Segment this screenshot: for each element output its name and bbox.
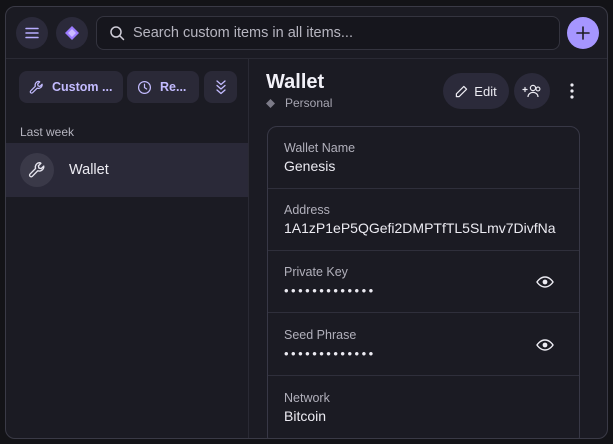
field-network: Network Bitcoin xyxy=(268,377,579,438)
pencil-icon xyxy=(456,85,468,97)
filter-type-label: Custom ... xyxy=(52,80,113,94)
app-window: Custom ... Re... Last week Wallet Wallet xyxy=(5,6,608,439)
field-label: Seed Phrase xyxy=(284,328,357,342)
field-label: Network xyxy=(284,391,330,405)
diamond-icon xyxy=(65,26,79,40)
field-label: Address xyxy=(284,203,330,217)
edit-label: Edit xyxy=(474,83,497,99)
share-users-icon xyxy=(522,84,541,98)
plus-icon xyxy=(576,26,590,40)
vault-button[interactable] xyxy=(56,17,88,49)
vault-name: Personal xyxy=(285,96,333,110)
list-item-wallet[interactable]: Wallet xyxy=(6,143,248,197)
item-title: Wallet xyxy=(266,71,325,93)
field-value-masked[interactable]: ••••••••••••• xyxy=(284,283,376,298)
item-list-panel: Custom ... Re... Last week Wallet xyxy=(6,59,249,438)
menu-button[interactable] xyxy=(16,17,48,49)
vault-diamond-icon xyxy=(266,98,275,108)
field-wallet-name: Wallet Name Genesis xyxy=(268,127,579,189)
vault-badge: Personal xyxy=(266,96,332,110)
filter-type-button[interactable]: Custom ... xyxy=(19,71,123,103)
clock-icon xyxy=(137,80,152,94)
expand-filters-button[interactable] xyxy=(204,71,237,103)
item-avatar xyxy=(20,153,54,187)
more-options-button[interactable] xyxy=(559,77,585,105)
share-button[interactable] xyxy=(514,73,550,109)
list-item-title: Wallet xyxy=(69,162,109,178)
field-label: Private Key xyxy=(284,265,348,279)
hamburger-icon xyxy=(25,27,39,39)
chevrons-down-icon xyxy=(215,80,226,95)
item-fields-card: Wallet Name Genesis Address 1A1zP1eP5QGe… xyxy=(267,126,580,438)
search-icon xyxy=(110,26,125,41)
top-bar xyxy=(6,7,607,59)
search-bar[interactable] xyxy=(96,16,560,50)
edit-button[interactable]: Edit xyxy=(443,73,509,109)
field-value[interactable]: Genesis xyxy=(284,158,335,174)
field-value[interactable]: Bitcoin xyxy=(284,408,326,424)
more-vertical-icon xyxy=(570,83,574,99)
field-address: Address 1A1zP1eP5QGefi2DMPTfTL5SLmv7Divf… xyxy=(268,189,579,251)
field-seed-phrase: Seed Phrase ••••••••••••• xyxy=(268,314,579,376)
add-item-button[interactable] xyxy=(567,17,599,49)
wrench-icon xyxy=(29,80,43,94)
filter-sort-button[interactable]: Re... xyxy=(127,71,199,103)
reveal-seed-phrase-button[interactable] xyxy=(531,333,559,357)
eye-icon xyxy=(536,339,554,351)
field-value[interactable]: 1A1zP1eP5QGefi2DMPTfTL5SLmv7DivfNa xyxy=(284,220,556,236)
search-input[interactable] xyxy=(133,17,559,49)
field-private-key: Private Key ••••••••••••• xyxy=(268,251,579,313)
field-label: Wallet Name xyxy=(284,141,356,155)
filter-sort-label: Re... xyxy=(160,80,187,94)
eye-icon xyxy=(536,276,554,288)
wrench-icon xyxy=(28,162,45,178)
field-value-masked[interactable]: ••••••••••••• xyxy=(284,346,376,361)
section-label: Last week xyxy=(20,125,75,139)
reveal-private-key-button[interactable] xyxy=(531,270,559,294)
